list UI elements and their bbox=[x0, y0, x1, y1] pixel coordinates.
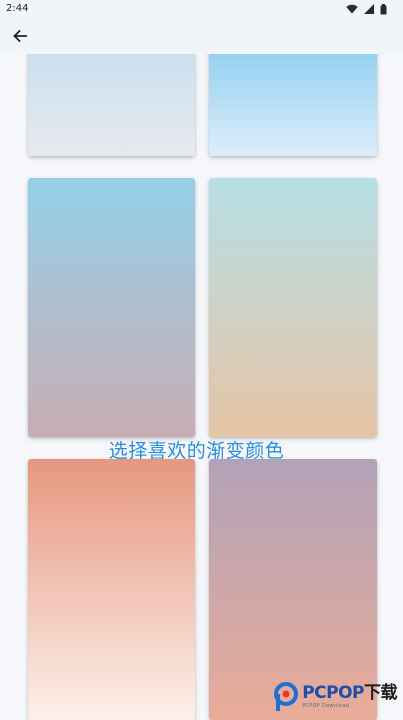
watermark-brand-cn: 下载 bbox=[364, 683, 398, 703]
gradient-card[interactable] bbox=[28, 40, 195, 156]
watermark-subtitle: PCPOP Download bbox=[302, 703, 350, 709]
watermark-brand-en: PCPOP bbox=[302, 683, 364, 703]
caption-text: 选择喜欢的渐变颜色 bbox=[108, 440, 285, 462]
app-bar bbox=[0, 18, 403, 54]
arrow-left-icon bbox=[13, 29, 27, 43]
pcpop-logo-icon bbox=[274, 682, 299, 711]
screen: 2:44 选择喜欢的渐变颜色 PCPOP下载 PCPOP Download bbox=[0, 0, 403, 720]
status-time: 2:44 bbox=[6, 3, 29, 14]
status-bar: 2:44 bbox=[0, 0, 403, 18]
gradient-card[interactable] bbox=[209, 178, 377, 437]
watermark-brand: PCPOP下载 bbox=[302, 685, 397, 702]
back-button[interactable] bbox=[8, 24, 32, 48]
signal-icon bbox=[364, 4, 374, 14]
watermark-text: PCPOP下载 PCPOP Download bbox=[302, 685, 397, 709]
wifi-icon bbox=[346, 4, 358, 14]
status-icons bbox=[346, 3, 387, 15]
gradient-card[interactable] bbox=[28, 178, 195, 437]
watermark-logo: PCPOP下载 PCPOP Download bbox=[273, 680, 398, 714]
battery-icon bbox=[380, 3, 387, 14]
gradient-grid bbox=[0, 0, 403, 720]
gradient-card[interactable] bbox=[209, 40, 377, 156]
gradient-card[interactable] bbox=[28, 459, 195, 720]
